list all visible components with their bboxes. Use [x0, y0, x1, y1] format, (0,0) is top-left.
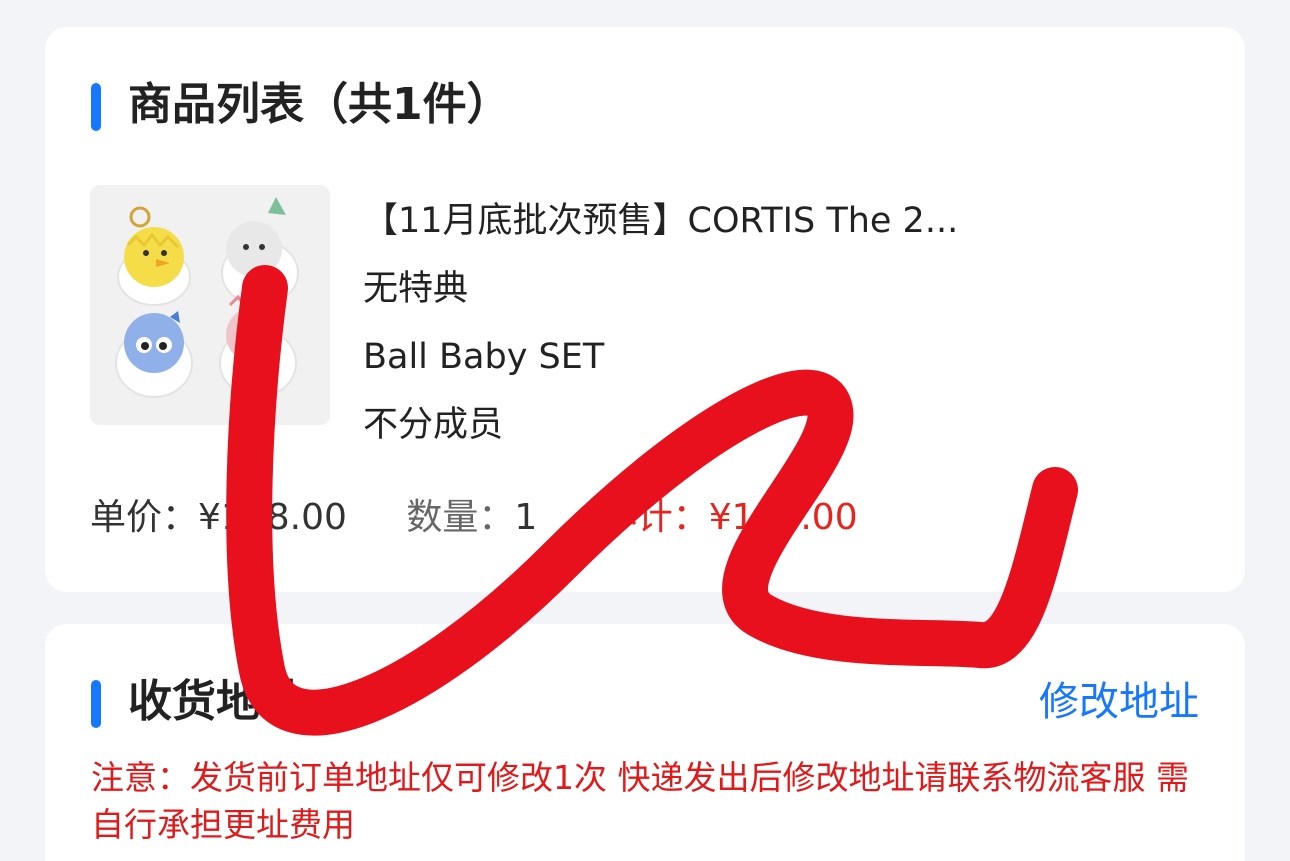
quantity-value: 1: [514, 497, 538, 538]
product-info[interactable]: 【11月底批次预售】CORTIS The 2... 无特典 Ball Baby …: [363, 187, 1203, 459]
price-row: 单价：¥138.00 数量：1 小计：¥138.00: [90, 493, 858, 543]
section-accent-bar: [91, 680, 101, 728]
product-title: 【11月底批次预售】CORTIS The 2...: [363, 201, 959, 241]
address-change-notice: 注意：发货前订单地址仅可修改1次 快递发出后修改地址请联系物流客服 需自行承担更…: [91, 758, 1189, 844]
product-option-bonus: 无特典: [363, 269, 469, 309]
unit-price-label: 单价：: [90, 497, 199, 538]
goods-list-card: 商品列表（共1件） 【11月底批次预售】CORTIS The 2... 无特典 …: [45, 27, 1245, 592]
address-section-header: 收货地址 修改地址: [91, 676, 1199, 728]
subtotal-label: 小计：: [600, 497, 709, 538]
goods-section-header: 商品列表（共1件）: [91, 79, 1199, 131]
subtotal-value: ¥138.00: [708, 497, 858, 538]
section-accent-bar: [91, 83, 101, 131]
product-option-member: 不分成员: [363, 405, 504, 445]
quantity-label: 数量：: [406, 497, 515, 538]
shipping-address-card: 收货地址 修改地址 注意：发货前订单地址仅可修改1次 快递发出后修改地址请联系物…: [45, 624, 1245, 861]
goods-section-title: 商品列表（共1件）: [128, 79, 511, 130]
product-thumbnail[interactable]: [90, 185, 330, 425]
product-option-set: Ball Baby SET: [363, 337, 605, 377]
plush-toys-image: [90, 185, 330, 425]
unit-price-value: ¥138.00: [198, 497, 347, 538]
address-section-title: 收货地址: [128, 676, 304, 727]
edit-address-link[interactable]: 修改地址: [1039, 676, 1199, 728]
